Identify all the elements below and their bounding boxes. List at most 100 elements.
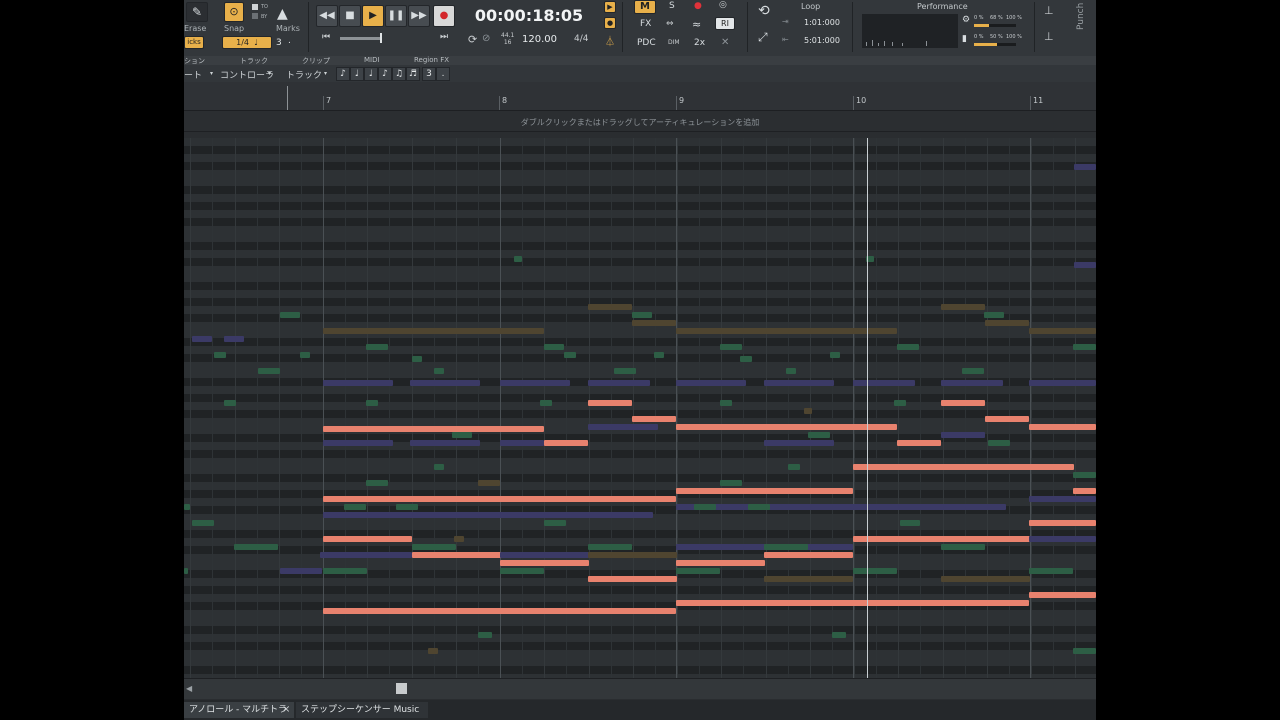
midi-note[interactable] <box>894 400 906 406</box>
midi-note[interactable] <box>366 344 388 350</box>
midi-note[interactable] <box>323 440 393 446</box>
record-button[interactable]: ● <box>433 5 455 27</box>
loop-sync-icon[interactable]: ⟳ <box>468 33 477 46</box>
marker-next-icon[interactable]: ⊥ <box>1044 30 1054 43</box>
snap-value-dropdown[interactable]: 1/4 ♩ <box>222 36 272 49</box>
loop-toggle-icon[interactable]: ⟲ <box>758 3 770 19</box>
snap-count[interactable]: 3 <box>276 38 282 48</box>
articulation-lane[interactable]: ダブルクリックまたはドラッグしてアーティキュレーションを追加 <box>184 111 1096 132</box>
midi-note[interactable] <box>323 328 544 334</box>
midi-note[interactable] <box>632 320 676 326</box>
play-button[interactable]: ▶ <box>362 5 384 27</box>
midi-note[interactable] <box>941 432 985 438</box>
metronome-icon[interactable]: ⏃ <box>605 33 615 48</box>
midi-note[interactable] <box>184 568 188 574</box>
midi-note-selected[interactable] <box>853 536 1030 542</box>
midi-note-selected[interactable] <box>1073 488 1096 494</box>
midi-note[interactable] <box>588 544 632 550</box>
midi-note[interactable] <box>323 568 367 574</box>
midi-note[interactable] <box>808 432 830 438</box>
midi-note[interactable] <box>830 352 840 358</box>
time-signature[interactable]: 4/4 <box>574 34 588 44</box>
ri-button[interactable]: RI <box>715 17 735 30</box>
midi-note[interactable] <box>962 368 984 374</box>
midi-note[interactable] <box>614 368 636 374</box>
note-value-button[interactable]: ♫ <box>392 67 406 81</box>
note-value-button[interactable]: ♪ <box>336 67 350 81</box>
note-value-button[interactable]: ♩ <box>364 67 378 81</box>
midi-note[interactable] <box>654 352 664 358</box>
midi-note[interactable] <box>853 380 915 386</box>
midi-note[interactable] <box>720 480 742 486</box>
marks-button[interactable]: ▲ <box>277 3 299 23</box>
midi-note-selected[interactable] <box>323 608 676 614</box>
go-to-start-icon[interactable]: ⏮ <box>322 32 330 42</box>
midi-note[interactable] <box>500 552 589 558</box>
midi-note-selected[interactable] <box>676 424 897 430</box>
position-slider[interactable] <box>340 37 382 40</box>
midi-note[interactable] <box>434 464 444 470</box>
erase-tool-button[interactable]: ✎ <box>186 2 208 22</box>
midi-note[interactable] <box>764 576 853 582</box>
midi-note[interactable] <box>323 380 393 386</box>
midi-note[interactable] <box>832 632 846 638</box>
midi-note[interactable] <box>366 400 378 406</box>
note-value-button[interactable]: ♬ <box>406 67 420 81</box>
midi-note[interactable] <box>676 504 1006 510</box>
midi-note[interactable] <box>544 344 564 350</box>
midi-note[interactable] <box>1029 380 1096 386</box>
midi-note[interactable] <box>764 380 834 386</box>
pdc-button[interactable]: PDC <box>637 38 656 48</box>
loop-end-icon[interactable]: ⇤ <box>782 35 789 44</box>
loop-start[interactable]: 1:01:000 <box>804 18 840 27</box>
midi-note[interactable] <box>900 520 920 526</box>
tools-button[interactable]: icks <box>184 36 204 49</box>
go-to-end-icon[interactable]: ⏭ <box>440 32 448 42</box>
midi-note[interactable] <box>258 368 280 374</box>
midi-note[interactable] <box>224 400 236 406</box>
loop-fit-icon[interactable]: ⤢ <box>758 30 768 45</box>
midi-note[interactable] <box>740 356 752 362</box>
midi-note[interactable] <box>1073 472 1096 478</box>
midi-note-selected[interactable] <box>1029 592 1096 598</box>
fast-forward-button[interactable]: ▶▶ <box>408 5 430 27</box>
midi-note[interactable] <box>478 632 492 638</box>
fx-button[interactable]: FX <box>640 19 651 29</box>
snap-to-radio[interactable] <box>252 4 258 10</box>
midi-note[interactable] <box>632 312 652 318</box>
marker-snap-icon[interactable]: ⊥ <box>1044 4 1054 17</box>
horizontal-scrollbar[interactable]: ◀ <box>184 678 1096 699</box>
midi-note[interactable] <box>988 440 1010 446</box>
midi-note[interactable] <box>428 648 438 654</box>
piano-roll-grid[interactable] <box>184 138 1096 678</box>
midi-note-selected[interactable] <box>323 536 412 542</box>
time-ruler[interactable]: 7 8 9 10 11 <box>184 82 1096 111</box>
mute-button[interactable]: M <box>634 0 656 14</box>
midi-note[interactable] <box>1029 496 1096 502</box>
midi-note[interactable] <box>300 352 310 358</box>
midi-note[interactable] <box>1074 262 1096 268</box>
midi-note-selected[interactable] <box>588 576 677 582</box>
midi-note-selected[interactable] <box>323 496 676 502</box>
auto-play-toggle[interactable]: ▶ <box>604 1 616 13</box>
midi-note-selected[interactable] <box>985 416 1029 422</box>
midi-note[interactable] <box>366 480 388 486</box>
metronome-off-icon[interactable]: ⊘ <box>482 33 490 44</box>
midi-note[interactable] <box>192 520 214 526</box>
midi-note[interactable] <box>588 304 632 310</box>
midi-note[interactable] <box>192 336 212 342</box>
midi-note-selected[interactable] <box>853 464 1074 470</box>
midi-note[interactable] <box>544 520 566 526</box>
midi-note[interactable] <box>694 504 716 510</box>
punch-label[interactable]: Punch <box>1076 3 1086 30</box>
midi-note[interactable] <box>676 568 720 574</box>
midi-note-selected[interactable] <box>1029 520 1096 526</box>
midi-note[interactable] <box>786 368 796 374</box>
loop-start-icon[interactable]: ⇥ <box>782 17 789 26</box>
automation-icon[interactable]: ≈ <box>692 18 701 31</box>
menu-item-controller[interactable]: コントローラ <box>220 68 274 81</box>
midi-note[interactable] <box>788 464 800 470</box>
midi-note[interactable] <box>564 352 576 358</box>
note-value-button[interactable]: ♩ <box>350 67 364 81</box>
midi-note-selected[interactable] <box>588 400 632 406</box>
